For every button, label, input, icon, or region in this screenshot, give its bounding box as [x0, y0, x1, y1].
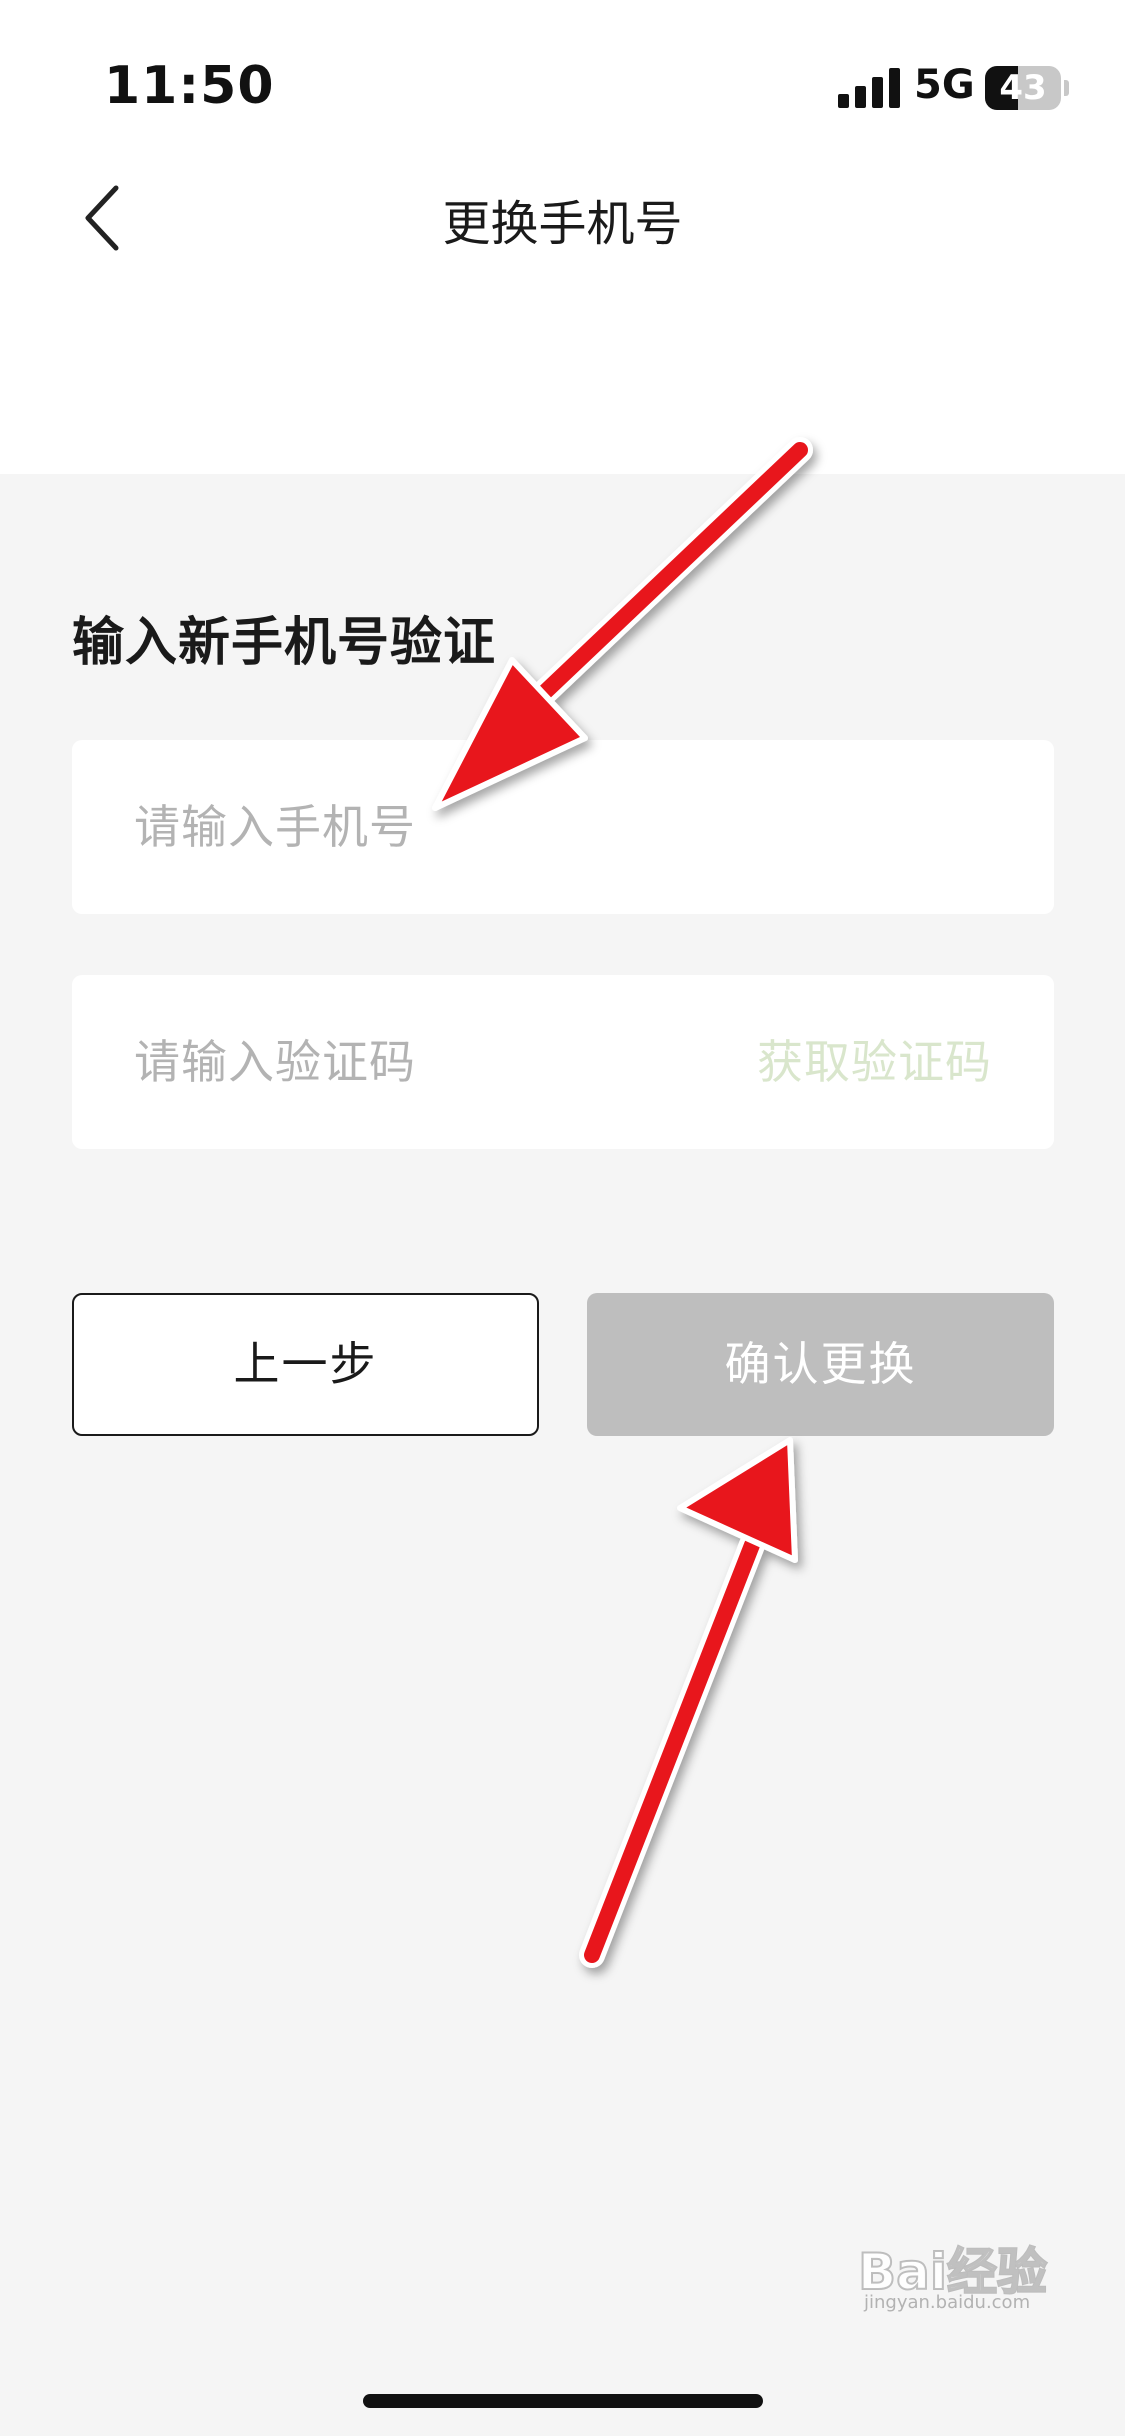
phone-input-placeholder: 请输入手机号 [134, 800, 416, 854]
prev-step-button[interactable]: 上一步 [72, 1293, 539, 1436]
confirm-change-button[interactable]: 确认更换 [587, 1293, 1054, 1436]
arrow-to-confirm-button [579, 1437, 798, 1968]
get-code-button[interactable]: 获取验证码 [757, 975, 992, 1149]
home-indicator[interactable] [363, 2394, 763, 2408]
battery-percent: 43 [999, 68, 1047, 108]
network-label: 5G [914, 62, 975, 108]
watermark-url: jingyan.baidu.com [864, 2292, 1031, 2313]
status-time: 11:50 [104, 56, 275, 116]
signal-icon [838, 68, 900, 108]
phone-input[interactable]: 请输入手机号 [72, 740, 1054, 914]
page-title: 更换手机号 [442, 196, 683, 252]
baidu-watermark: Bai经验 jingyan.baidu.com [857, 2226, 1078, 2313]
battery-icon: 43 [985, 66, 1069, 110]
code-input-placeholder: 请输入验证码 [134, 1035, 416, 1089]
section-title: 输入新手机号验证 [72, 613, 497, 673]
verification-code-input[interactable]: 请输入验证码 获取验证码 [72, 975, 1054, 1149]
